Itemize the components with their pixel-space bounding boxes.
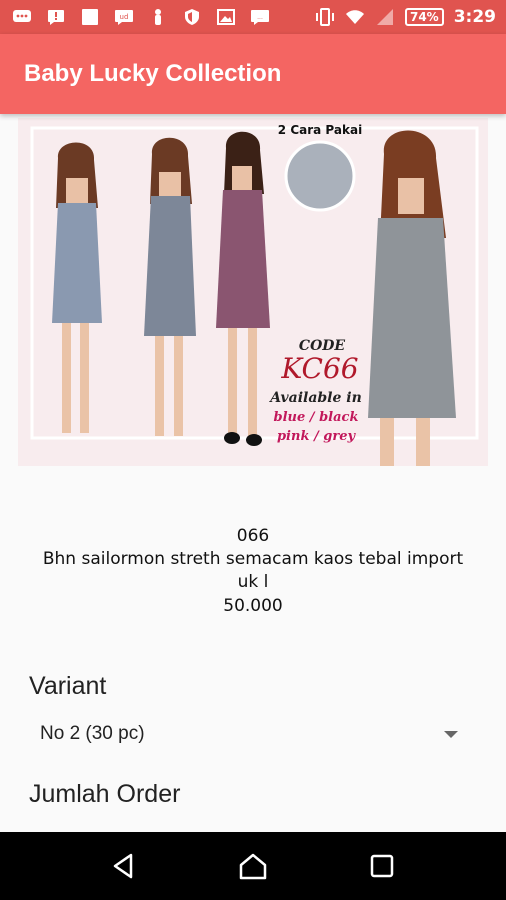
- product-code: 066: [236, 526, 270, 546]
- variant-label: Variant: [29, 672, 107, 700]
- variant-selected-value: No 2 (30 pc): [40, 723, 145, 744]
- system-icons: 74% 3:29: [315, 0, 496, 34]
- chat-icon: [12, 8, 32, 26]
- signal-icon: [375, 8, 395, 26]
- wifi-icon: [345, 8, 365, 26]
- recents-button[interactable]: [362, 846, 402, 886]
- order-quantity-label: Jumlah Order: [29, 780, 181, 808]
- shield-icon: [182, 8, 202, 26]
- battery-icon: 74%: [404, 8, 444, 26]
- product-photo: 2 Cara Pakai CODE KC66 Available in blue…: [18, 118, 488, 466]
- navigation-bar: [0, 832, 506, 900]
- recents-icon: [370, 854, 393, 878]
- back-button[interactable]: [104, 846, 144, 886]
- product-price: 50.000: [223, 596, 283, 616]
- dropdown-arrow-icon[interactable]: [444, 730, 458, 738]
- home-button[interactable]: [233, 846, 273, 886]
- image-icon: [216, 8, 236, 26]
- status-bar: ud ... 74% 3:29: [0, 0, 506, 34]
- home-icon: [239, 853, 267, 880]
- app-bar: Baby Lucky Collection: [0, 34, 506, 114]
- code-value: KC66: [280, 352, 358, 385]
- colors-line-2: pink / grey: [277, 429, 356, 444]
- svg-text:ud: ud: [120, 13, 129, 21]
- notification-icon: [46, 8, 66, 26]
- available-label: Available in: [268, 390, 362, 406]
- vibrate-icon: [315, 8, 335, 26]
- product-image[interactable]: 2 Cara Pakai CODE KC66 Available in blue…: [18, 118, 488, 466]
- image-caption: 2 Cara Pakai: [278, 123, 362, 137]
- notification-icons: ud ...: [0, 8, 270, 26]
- clock: 3:29: [453, 7, 496, 27]
- svg-text:...: ...: [257, 14, 263, 21]
- colors-line-1: blue / black: [274, 410, 359, 425]
- app-title: Baby Lucky Collection: [24, 60, 282, 87]
- product-description: Bhn sailormon streth semacam kaos tebal …: [42, 549, 464, 569]
- square-icon: [80, 8, 100, 26]
- variant-dropdown[interactable]: No 2 (30 pc): [28, 716, 468, 752]
- back-icon: [114, 853, 133, 879]
- message-icon: ud: [114, 8, 134, 26]
- product-size: uk l: [237, 572, 269, 592]
- fabric-swatch: [284, 140, 356, 212]
- person-icon: [148, 8, 168, 26]
- sms-icon: ...: [250, 8, 270, 26]
